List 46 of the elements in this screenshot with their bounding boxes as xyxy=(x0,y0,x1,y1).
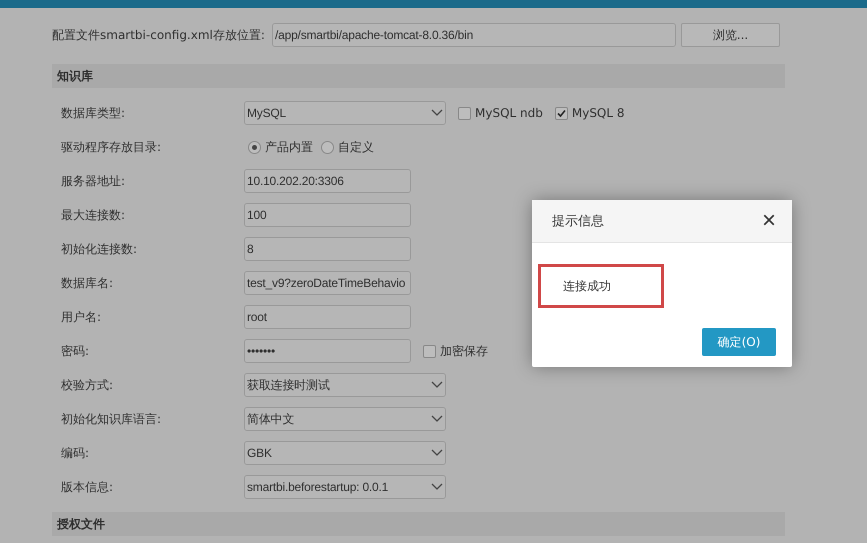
checkbox-option[interactable]: 加密保存 xyxy=(423,342,488,360)
field-label: 配置文件smartbi-config.xml存放位置: xyxy=(52,26,266,44)
dialog-title: 提示信息 xyxy=(552,213,604,230)
chevron-down-icon xyxy=(431,483,443,491)
radio-button[interactable] xyxy=(321,140,334,154)
close-button[interactable]: × xyxy=(762,209,776,233)
select-field[interactable]: 简体中文 xyxy=(244,407,446,431)
input-field[interactable]: test_v9?zeroDateTimeBehavio xyxy=(244,271,411,295)
chevron-down-icon xyxy=(431,109,443,117)
select-field[interactable]: MySQL xyxy=(244,101,446,125)
browse-button[interactable]: 浏览... xyxy=(681,23,780,47)
input-field[interactable]: 100 xyxy=(244,203,411,227)
select-field[interactable]: smartbi.beforestartup: 0.0.1 xyxy=(244,475,446,499)
radio-option[interactable]: 产品内置 xyxy=(248,138,313,156)
field-label: 数据库名: xyxy=(61,274,114,292)
field-label: 校验方式: xyxy=(61,376,114,394)
field-label: 初始化知识库语言: xyxy=(61,410,162,428)
field-label: 最大连接数: xyxy=(61,206,126,224)
input-field[interactable]: 8 xyxy=(244,237,411,261)
field-label: 用户名: xyxy=(61,308,102,326)
section-header: 授权文件 xyxy=(52,512,785,536)
input-field[interactable]: root xyxy=(244,305,411,329)
path-field[interactable]: /app/smartbi/apache-tomcat-8.0.36/bin xyxy=(272,23,676,47)
field-label: 密码: xyxy=(61,342,90,360)
radio-button[interactable] xyxy=(248,140,261,154)
checkbox[interactable] xyxy=(554,106,568,120)
field-label: 初始化连接数: xyxy=(61,240,138,258)
chevron-down-icon xyxy=(431,381,443,389)
checkbox[interactable] xyxy=(423,344,436,358)
section-header: 知识库 xyxy=(52,64,785,88)
checkbox-option[interactable]: MySQL 8 xyxy=(554,106,625,120)
field-label: 数据库类型: xyxy=(61,104,126,122)
select-field[interactable]: 获取连接时测试 xyxy=(244,373,446,397)
field-label: 版本信息: xyxy=(61,478,114,496)
field-label: 驱动程序存放目录: xyxy=(61,138,162,156)
chevron-down-icon xyxy=(431,415,443,423)
checkbox-option[interactable]: MySQL ndb xyxy=(458,106,543,120)
input-field[interactable]: 10.10.202.20:3306 xyxy=(244,169,411,193)
field-label: 编码: xyxy=(61,444,90,462)
radio-option[interactable]: 自定义 xyxy=(321,138,374,156)
checkbox[interactable] xyxy=(458,106,471,120)
field-label: 服务器地址: xyxy=(61,172,126,190)
chevron-down-icon xyxy=(431,449,443,457)
dialog-message: 连接成功 xyxy=(538,264,664,308)
select-field[interactable]: GBK xyxy=(244,441,446,465)
input-field[interactable]: ••••••• xyxy=(244,339,411,363)
